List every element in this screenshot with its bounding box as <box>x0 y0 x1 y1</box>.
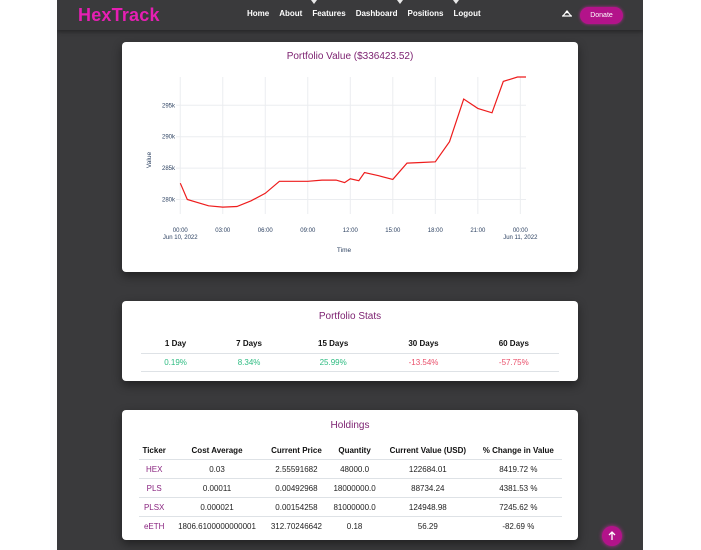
holdings-header: Quantity <box>338 446 371 455</box>
table-row: eETH 1806.6100000000001 312.70246642 0.18 56… <box>139 516 562 535</box>
y-axis-title: Value <box>146 152 153 169</box>
table-cell: 0.00154258 <box>264 497 329 517</box>
table-cell: 0.00492968 <box>264 478 329 498</box>
donate-button[interactable]: Donate <box>580 7 623 24</box>
ticker-cell[interactable]: eETH <box>139 516 170 535</box>
holdings-header: Current Value (USD) <box>389 446 467 455</box>
table-row: PLS 0.00011 0.00492968 18000000.0 88734.24 43… <box>139 478 562 498</box>
x-tick-label: 12:00 <box>343 228 359 234</box>
stats-value: 25.99% <box>287 353 379 372</box>
stats-value: 8.34% <box>210 353 288 372</box>
portfolio-value-chart[interactable]: 280k285k290k295k00:00Jun 10, 202203:00 06… <box>122 42 578 272</box>
x-axis-title: Time <box>337 247 352 254</box>
theme-toggle-icon[interactable] <box>561 9 573 17</box>
stats-title: Portfolio Stats <box>318 311 382 322</box>
ticker-cell[interactable]: PLS <box>139 478 170 498</box>
x-tick-label: 00:00 <box>173 228 189 234</box>
caret-down-icon <box>397 0 403 4</box>
stats-value: -13.54% <box>378 353 469 372</box>
brand-logo[interactable]: HexTrack <box>78 5 160 26</box>
x-tick-label: 09:00 <box>300 228 316 234</box>
holdings-header: Current Price <box>271 446 322 455</box>
table-cell: 2.55591682 <box>264 459 329 479</box>
table-cell: 81000000.0 <box>328 497 381 517</box>
caret-down-icon <box>453 0 459 4</box>
table-cell: 0.18 <box>328 516 381 535</box>
y-tick-label: 280k <box>162 198 176 204</box>
ticker-cell[interactable]: PLSX <box>139 497 170 517</box>
nav-about[interactable]: About <box>279 9 302 18</box>
x-tick-date-label: Jun 10, 2022 <box>163 235 198 241</box>
table-cell: 0.00011 <box>169 478 265 498</box>
holdings-table: Ticker Cost Average Current Price Quantity C… <box>139 442 562 535</box>
arrow-up-icon <box>608 531 616 540</box>
y-tick-label: 285k <box>162 166 176 172</box>
holdings-card: Holdings Ticker Cost Average Current Price… <box>122 410 578 540</box>
table-cell: 122684.01 <box>380 459 475 479</box>
x-tick-label: 18:00 <box>428 228 444 234</box>
table-cell: 312.70246642 <box>264 516 329 535</box>
ticker-cell[interactable]: HEX <box>139 459 170 479</box>
nav-home[interactable]: Home <box>247 9 269 18</box>
table-cell: 0.000021 <box>169 497 265 517</box>
change-cell: 7245.62 % <box>474 497 562 517</box>
series-line <box>179 76 526 208</box>
x-tick-label: 03:00 <box>215 228 231 234</box>
change-cell: 4381.53 % <box>474 478 562 498</box>
table-row: PLSX 0.000021 0.00154258 81000000.0 124948.9… <box>139 497 562 517</box>
stats-value: -57.75% <box>468 353 559 372</box>
portfolio-chart-card: Portfolio Value ($336423.52) 280k 285k 290… <box>122 42 578 272</box>
table-cell: 18000000.0 <box>328 478 381 498</box>
nav-features[interactable]: Features <box>312 9 345 18</box>
table-row: HEX 0.03 2.55591682 48000.0 122684.01 8419.72… <box>139 459 562 479</box>
x-tick-label: 21:00 <box>470 228 486 234</box>
change-cell: -82.69 % <box>474 516 562 535</box>
table-cell: 48000.0 <box>328 459 381 479</box>
y-tick-label: 295k <box>162 103 176 109</box>
table-cell: 0.03 <box>169 459 265 479</box>
portfolio-stats-card: Portfolio Stats 1 Day 7 Days 15 Days 30 Day… <box>122 301 578 381</box>
table-cell: 88734.24 <box>380 478 475 498</box>
table-cell: 124948.98 <box>380 497 475 517</box>
nav-dashboard[interactable]: Dashboard <box>356 9 398 18</box>
x-tick-label: 15:00 <box>385 228 401 234</box>
stats-table: 1 Day 7 Days 15 Days 30 Days 60 Days 0.19% 8.… <box>141 333 559 372</box>
nav-links: Home About Features Dashboard Positions … <box>247 9 481 18</box>
caret-down-icon <box>311 0 317 4</box>
y-tick-label: 290k <box>162 135 176 141</box>
nav-logout[interactable]: Logout <box>454 9 481 18</box>
nav-positions[interactable]: Positions <box>408 9 444 18</box>
x-tick-label: 06:00 <box>258 228 274 234</box>
stats-header: 1 Day <box>164 338 187 348</box>
stats-header: 60 Days <box>498 338 529 348</box>
x-tick-label: 00:00 <box>513 228 529 234</box>
stats-value: 0.19% <box>141 353 211 372</box>
stats-header: 30 Days <box>408 338 439 348</box>
scroll-to-top-button[interactable] <box>602 526 622 546</box>
stats-header: 15 Days <box>318 338 349 348</box>
navbar: HexTrack Home About Features Dashboard P… <box>57 0 643 30</box>
holdings-header: Ticker <box>142 446 166 455</box>
table-cell: 1806.6100000000001 <box>169 516 265 535</box>
change-cell: 8419.72 % <box>474 459 562 479</box>
x-tick-date-label: Jun 11, 2022 <box>503 235 538 241</box>
stats-header: 7 Days <box>236 338 262 348</box>
holdings-title: Holdings <box>330 420 370 431</box>
holdings-header: % Change in Value <box>482 446 554 455</box>
app-container: HexTrack Home About Features Dashboard P… <box>57 0 643 550</box>
table-cell: 56.29 <box>380 516 475 535</box>
holdings-header: Cost Average <box>191 446 243 455</box>
